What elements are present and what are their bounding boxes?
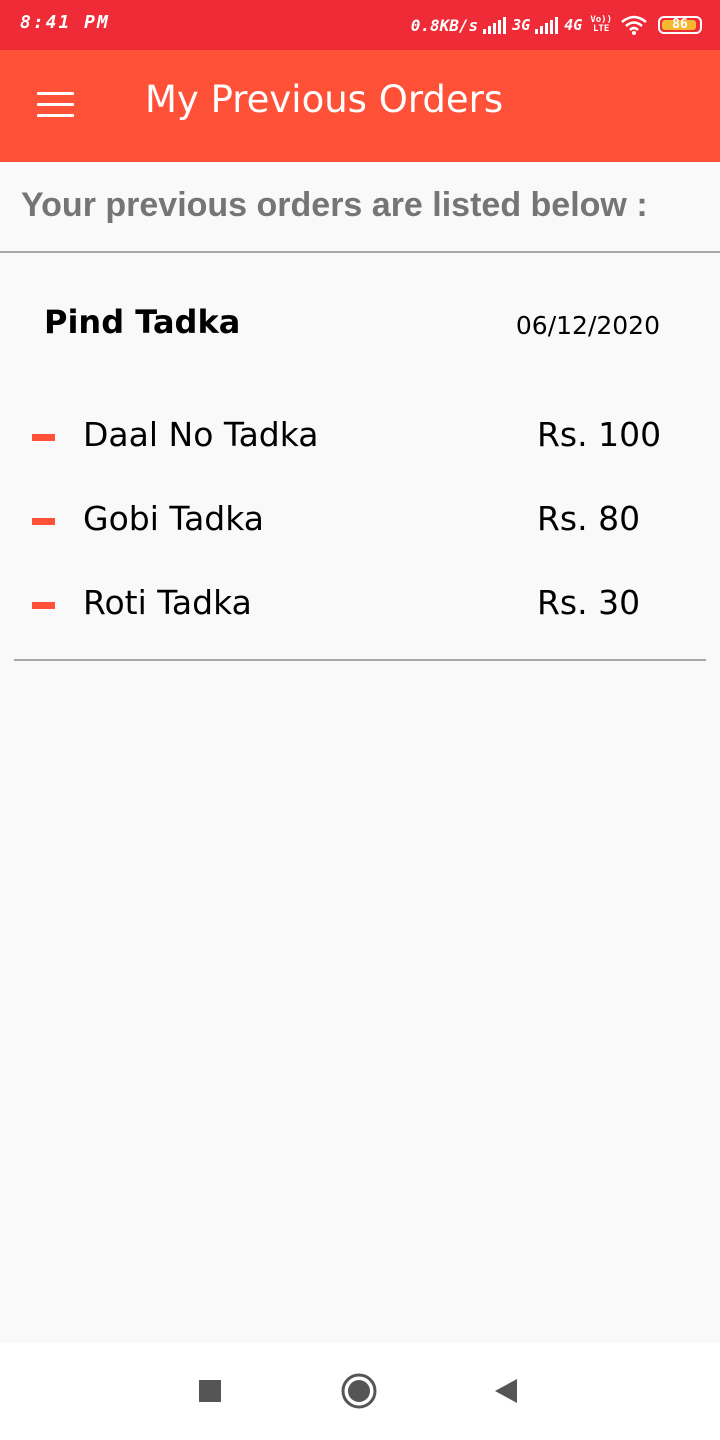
dash-icon xyxy=(32,518,55,525)
item-name: Gobi Tadka xyxy=(83,499,264,538)
order-item: Daal No Tadka Rs. 100 xyxy=(14,405,706,465)
order-item: Gobi Tadka Rs. 80 xyxy=(14,489,706,549)
wifi-icon xyxy=(621,15,647,35)
restaurant-name: Pind Tadka xyxy=(44,303,241,341)
signal-icon xyxy=(483,17,507,34)
page-title: My Previous Orders xyxy=(145,78,504,121)
status-indicators: 0.8KB/s 3G 4G Vo)) LTE 86 xyxy=(411,10,702,40)
order-date: 06/12/2020 xyxy=(515,311,660,340)
item-name: Roti Tadka xyxy=(83,583,252,622)
order-item: Roti Tadka Rs. 30 xyxy=(14,573,706,633)
back-triangle-icon[interactable] xyxy=(484,1369,528,1413)
signal-icon xyxy=(535,17,559,34)
menu-line xyxy=(37,92,74,95)
volte-icon: Vo)) LTE xyxy=(590,16,612,34)
orders-subtitle: Your previous orders are listed below : xyxy=(21,186,648,224)
system-nav-bar xyxy=(0,1343,720,1440)
item-price: Rs. 30 xyxy=(537,583,641,622)
item-price: Rs. 80 xyxy=(537,499,641,538)
battery-level: 86 xyxy=(672,17,688,32)
item-name: Daal No Tadka xyxy=(83,415,319,454)
network-4g-label: 4G xyxy=(564,16,583,34)
network-speed: 0.8KB/s xyxy=(410,15,479,35)
status-bar: 8:41 PM 0.8KB/s 3G 4G Vo)) LTE 86 xyxy=(0,0,720,50)
order-card[interactable]: Pind Tadka 06/12/2020 Daal No Tadka Rs. … xyxy=(14,253,706,660)
app-bar: My Previous Orders xyxy=(0,50,720,162)
battery-icon: 86 xyxy=(658,16,702,34)
network-3g-label: 3G xyxy=(512,16,531,34)
dash-icon xyxy=(32,602,55,609)
recents-square-icon[interactable] xyxy=(188,1369,232,1413)
hamburger-menu-icon[interactable] xyxy=(26,82,86,130)
home-circle-icon[interactable] xyxy=(337,1369,381,1413)
divider xyxy=(14,659,706,661)
menu-line xyxy=(37,114,74,117)
status-time: 8:41 PM xyxy=(20,12,110,33)
dash-icon xyxy=(32,434,55,441)
volte-bottom-label: LTE xyxy=(593,24,610,34)
item-price: Rs. 100 xyxy=(537,415,662,454)
menu-line xyxy=(37,103,74,106)
